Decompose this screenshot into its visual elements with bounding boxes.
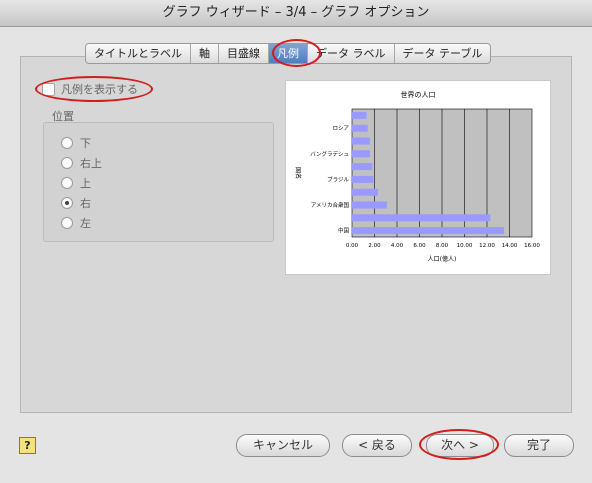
x-tick-label: 0.00 <box>346 243 359 249</box>
y-axis-label: 国名 <box>294 167 302 179</box>
bar-インド <box>352 214 491 222</box>
next-button[interactable]: 次へ > <box>426 434 494 457</box>
radio-position-top[interactable]: 上 <box>61 175 91 191</box>
bar-ブラジル <box>352 175 374 183</box>
tab-axes[interactable]: 軸 <box>191 44 219 63</box>
y-tick-label: 中国 <box>338 227 350 235</box>
radio-button[interactable] <box>61 157 73 169</box>
y-tick-label: アメリカ合衆国 <box>311 201 350 209</box>
x-tick-label: 12.00 <box>479 243 495 249</box>
x-tick-label: 10.00 <box>457 243 473 249</box>
bar-アメリカ合衆国 <box>352 201 387 209</box>
radio-position-top-right[interactable]: 右上 <box>61 155 102 171</box>
radio-label: 右 <box>80 197 91 210</box>
bar-ロシア <box>352 124 368 132</box>
y-tick-label: バングラデシュ <box>310 150 349 158</box>
chart-title: 世界の人口 <box>401 90 436 99</box>
window-title: グラフ ウィザード – 3/4 – グラフ オプション <box>0 0 592 27</box>
radio-label: 上 <box>80 177 91 190</box>
tab-legend[interactable]: 凡例 <box>269 44 308 63</box>
x-axis-label: 人口(億人) <box>428 255 457 263</box>
radio-button[interactable] <box>61 137 73 149</box>
radio-position-right[interactable]: 右 <box>61 195 91 211</box>
tab-data-labels[interactable]: データ ラベル <box>308 44 395 63</box>
back-button[interactable]: < 戻る <box>342 434 412 457</box>
radio-label: 下 <box>80 137 91 150</box>
y-tick-label: ブラジル <box>327 175 349 183</box>
x-tick-label: 14.00 <box>502 243 518 249</box>
x-tick-label: 6.00 <box>413 243 426 249</box>
bar-中国 <box>352 227 504 235</box>
show-legend-checkbox[interactable] <box>42 82 55 96</box>
x-tick-label: 4.00 <box>391 243 404 249</box>
tab-bar: タイトルとラベル 軸 目盛線 凡例 データ ラベル データ テーブル <box>85 43 492 64</box>
help-button[interactable]: ? <box>19 437 36 454</box>
x-tick-label: 8.00 <box>436 243 449 249</box>
bar-パキスタン <box>352 163 373 171</box>
radio-position-bottom[interactable]: 下 <box>61 135 91 151</box>
y-tick-label: ロシア <box>332 125 349 132</box>
radio-button[interactable] <box>61 217 73 229</box>
tab-data-table[interactable]: データ テーブル <box>395 44 491 63</box>
chart-preview: 世界の人口 0.00 2.00 4.00 6.00 8.00 10.00 12.00 14.00… <box>285 80 551 275</box>
radio-label: 左 <box>80 217 91 230</box>
cancel-button[interactable]: キャンセル <box>236 434 330 457</box>
bar-ナイジェリア <box>352 137 370 145</box>
show-legend-label: 凡例を表示する <box>61 83 138 96</box>
finish-button[interactable]: 完了 <box>504 434 574 457</box>
bar-バングラデシュ <box>352 150 370 158</box>
population-bar-chart: 世界の人口 0.00 2.00 4.00 6.00 8.00 10.00 12.00 14.00… <box>294 90 540 263</box>
radio-button[interactable] <box>61 177 73 189</box>
tab-gridlines[interactable]: 目盛線 <box>219 44 269 63</box>
radio-button[interactable] <box>61 197 73 209</box>
x-tick-label: 2.00 <box>368 243 381 249</box>
tab-titles-labels[interactable]: タイトルとラベル <box>86 44 191 63</box>
radio-position-left[interactable]: 左 <box>61 215 91 231</box>
bar-日本 <box>352 111 367 119</box>
show-legend-row[interactable]: 凡例を表示する <box>42 81 138 97</box>
bar-インドネシア <box>352 188 378 196</box>
x-tick-label: 16.00 <box>524 243 540 249</box>
radio-label: 右上 <box>80 157 102 170</box>
